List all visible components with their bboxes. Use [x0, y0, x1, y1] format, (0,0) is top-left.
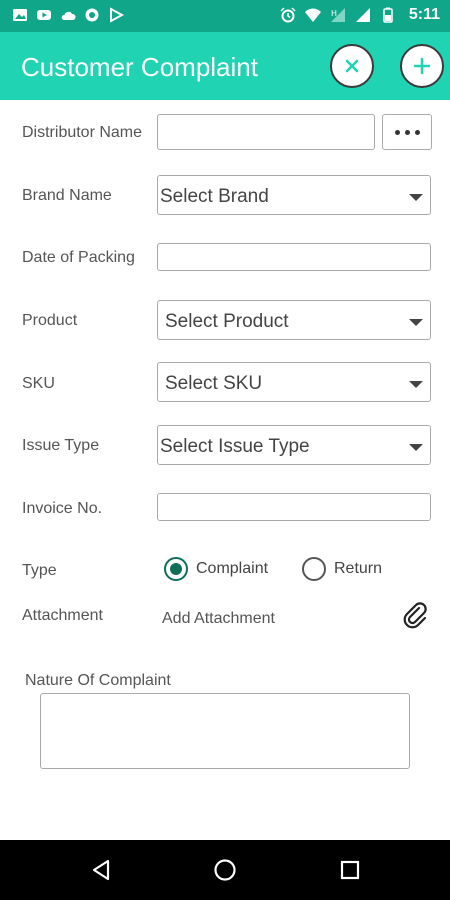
type-label: Type — [22, 562, 57, 579]
signal-h-icon: H — [330, 8, 345, 22]
signal-icon — [355, 8, 370, 22]
invoice-no-input[interactable] — [157, 493, 431, 521]
date-of-packing-input[interactable] — [157, 243, 431, 271]
radio-complaint-label: Complaint — [196, 560, 269, 577]
issue-type-select-value: Select Issue Type — [160, 436, 310, 457]
date-of-packing-label: Date of Packing — [22, 249, 135, 266]
recents-icon[interactable] — [338, 858, 362, 882]
cloud-icon — [61, 11, 76, 20]
nature-of-complaint-label: Nature Of Complaint — [25, 672, 171, 689]
brand-select[interactable]: Select Brand — [157, 175, 431, 215]
app-icon — [85, 8, 99, 22]
chevron-down-icon — [409, 381, 423, 388]
issue-type-label: Issue Type — [22, 437, 100, 454]
radio-complaint[interactable]: Complaint — [164, 557, 268, 581]
image-icon — [13, 9, 27, 21]
app-bar: Customer Complaint — [0, 32, 450, 100]
chevron-down-icon — [409, 444, 423, 451]
notification-icons — [12, 7, 124, 23]
invoice-no-label: Invoice No. — [22, 500, 103, 517]
distributor-name-label: Distributor Name — [22, 124, 143, 141]
distributor-name-input[interactable] — [157, 114, 375, 150]
sku-select[interactable]: Select SKU — [157, 362, 431, 402]
chevron-down-icon — [409, 319, 423, 326]
chevron-down-icon — [409, 194, 423, 201]
attachment-label: Attachment — [22, 607, 103, 624]
issue-type-select[interactable]: Select Issue Type — [157, 425, 431, 465]
battery-icon — [383, 7, 393, 23]
sku-label: SKU — [22, 375, 55, 392]
radio-return-label: Return — [334, 560, 383, 577]
radio-checked-icon — [164, 557, 188, 581]
page-title: Customer Complaint — [21, 52, 258, 82]
add-attachment-link[interactable]: Add Attachment — [162, 610, 275, 628]
back-icon[interactable] — [89, 858, 113, 882]
play-icon — [110, 7, 124, 23]
close-button[interactable] — [330, 44, 374, 88]
wifi-icon — [304, 8, 321, 22]
product-label: Product — [22, 312, 78, 329]
svg-text:H: H — [331, 9, 337, 18]
distributor-more-button[interactable] — [382, 114, 432, 150]
product-select-value: Select Product — [165, 311, 289, 332]
close-icon — [345, 59, 359, 73]
product-select[interactable]: Select Product — [157, 300, 431, 340]
youtube-icon — [37, 10, 51, 20]
system-icons: H 5:11 — [280, 6, 440, 24]
navigation-bar — [0, 840, 450, 900]
brand-select-value: Select Brand — [160, 186, 269, 207]
radio-unchecked-icon — [302, 557, 326, 581]
more-horizontal-icon — [394, 129, 400, 135]
radio-return[interactable]: Return — [302, 557, 382, 581]
status-time: 5:11 — [408, 6, 440, 23]
plus-icon — [413, 57, 431, 75]
home-icon[interactable] — [213, 858, 237, 882]
alarm-icon — [280, 7, 296, 23]
sku-select-value: Select SKU — [165, 373, 263, 394]
nature-of-complaint-textarea[interactable] — [40, 693, 410, 769]
status-bar: H 5:11 — [0, 0, 450, 32]
add-button[interactable] — [400, 44, 444, 88]
brand-name-label: Brand Name — [22, 187, 112, 204]
paperclip-icon[interactable] — [402, 602, 430, 630]
